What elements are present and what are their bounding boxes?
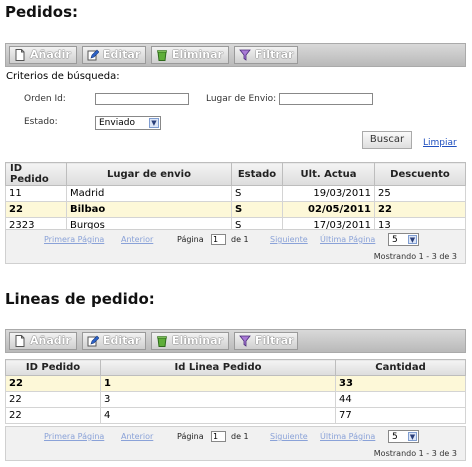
page-size-value: 5 <box>392 235 398 245</box>
last-page-link[interactable]: Última Página <box>320 235 375 244</box>
trash-icon <box>157 50 167 61</box>
cell: 44 <box>335 391 466 408</box>
cell: 22 <box>5 391 101 408</box>
status-select-value: Enviado <box>99 118 135 128</box>
add-button[interactable]: Añadir <box>9 46 77 64</box>
order-id-label: Orden Id: <box>24 94 66 104</box>
search-criteria-heading: Criterios de búsqueda: <box>6 71 120 82</box>
orders-table: ID Pedido Lugar de envio Estado Ult. Act… <box>5 162 466 234</box>
order-lines-pager: Primera Página Anterior Página 1 de 1 Si… <box>5 426 466 461</box>
document-icon <box>15 335 25 347</box>
cell: S <box>231 185 283 202</box>
cell: 33 <box>335 375 466 392</box>
delete-button[interactable]: Eliminar <box>151 332 229 350</box>
delete-label: Eliminar <box>172 48 223 61</box>
order-id-input[interactable] <box>95 93 189 105</box>
page-label: Página <box>177 432 204 441</box>
order-lines-table: ID Pedido Id Linea Pedido Cantidad 22 1 … <box>5 359 466 424</box>
cell: Madrid <box>66 185 232 202</box>
page-size-value: 5 <box>392 432 398 442</box>
clear-link[interactable]: Limpiar <box>423 138 457 148</box>
last-page-link[interactable]: Última Página <box>320 432 375 441</box>
cell: 22 <box>374 201 466 218</box>
shipping-place-label: Lugar de Envio: <box>206 94 277 104</box>
table-row-selected[interactable]: 22 1 33 <box>5 375 466 392</box>
page-count: de 1 <box>231 432 249 441</box>
edit-button[interactable]: Editar <box>82 332 146 350</box>
filter-button[interactable]: Filtrar <box>234 332 298 350</box>
status-select[interactable]: Enviado ▼ <box>95 116 161 130</box>
cell: 77 <box>335 407 466 424</box>
col-discount[interactable]: Descuento <box>374 162 466 186</box>
cell: 3 <box>100 391 336 408</box>
orders-toolbar: Añadir Editar Eliminar Filtrar <box>5 43 466 67</box>
order-lines-toolbar: Añadir Editar Eliminar Filtrar <box>5 329 466 353</box>
records-count: Mostrando 1 - 3 de 3 <box>373 252 457 261</box>
filter-button[interactable]: Filtrar <box>234 46 298 64</box>
add-label: Añadir <box>30 48 71 61</box>
col-order-id[interactable]: ID Pedido <box>5 162 67 186</box>
filter-label: Filtrar <box>255 48 294 61</box>
trash-icon <box>157 336 167 347</box>
status-label: Estado: <box>24 117 58 127</box>
previous-page-link[interactable]: Anterior <box>121 432 153 441</box>
cell: 25 <box>374 185 466 202</box>
col-order-id[interactable]: ID Pedido <box>5 359 101 376</box>
col-quantity[interactable]: Cantidad <box>335 359 466 376</box>
order-lines-title: Lineas de pedido: <box>5 290 155 308</box>
edit-button[interactable]: Editar <box>82 46 146 64</box>
cell: Bilbao <box>66 201 232 218</box>
cell: 22 <box>5 201 67 218</box>
document-icon <box>15 49 25 61</box>
cell: 11 <box>5 185 67 202</box>
table-row-selected[interactable]: 22 Bilbao S 02/05/2011 22 <box>5 201 466 218</box>
filter-label: Filtrar <box>255 334 294 347</box>
page-number-input[interactable]: 1 <box>211 234 226 245</box>
col-shipping-place[interactable]: Lugar de envio <box>66 162 232 186</box>
cell: S <box>231 201 283 218</box>
edit-label: Editar <box>103 334 141 347</box>
shipping-place-input[interactable] <box>279 93 373 105</box>
chevron-down-icon[interactable]: ▼ <box>149 118 159 128</box>
delete-button[interactable]: Eliminar <box>151 46 229 64</box>
col-status[interactable]: Estado <box>231 162 283 186</box>
cell: 1 <box>100 375 336 392</box>
page-size-select[interactable]: 5 ▼ <box>388 233 419 246</box>
page-size-select[interactable]: 5 ▼ <box>388 430 419 443</box>
page-label: Página <box>177 235 204 244</box>
next-page-link[interactable]: Siguiente <box>270 432 308 441</box>
cell: 22 <box>5 375 101 392</box>
cell: 19/03/2011 <box>282 185 375 202</box>
edit-label: Editar <box>103 48 141 61</box>
page-count: de 1 <box>231 235 249 244</box>
chevron-down-icon[interactable]: ▼ <box>408 432 417 441</box>
delete-label: Eliminar <box>172 334 223 347</box>
pencil-edit-icon <box>87 49 99 61</box>
search-button[interactable]: Buscar <box>362 131 412 149</box>
add-button[interactable]: Añadir <box>9 332 77 350</box>
table-row[interactable]: 22 4 77 <box>5 407 466 424</box>
next-page-link[interactable]: Siguiente <box>270 235 308 244</box>
page-number-input[interactable]: 1 <box>211 431 226 442</box>
first-page-link[interactable]: Primera Página <box>44 432 104 441</box>
pencil-edit-icon <box>87 335 99 347</box>
orders-pager: Primera Página Anterior Página 1 de 1 Si… <box>5 229 466 264</box>
col-line-id[interactable]: Id Linea Pedido <box>100 359 336 376</box>
cell: 02/05/2011 <box>282 201 375 218</box>
add-label: Añadir <box>30 334 71 347</box>
table-row[interactable]: 22 3 44 <box>5 391 466 408</box>
orders-title: Pedidos: <box>5 3 79 21</box>
funnel-icon <box>239 335 251 347</box>
records-count: Mostrando 1 - 3 de 3 <box>373 449 457 458</box>
table-row[interactable]: 11 Madrid S 19/03/2011 25 <box>5 185 466 202</box>
cell: 4 <box>100 407 336 424</box>
first-page-link[interactable]: Primera Página <box>44 235 104 244</box>
funnel-icon <box>239 49 251 61</box>
col-last-update[interactable]: Ult. Actua <box>282 162 375 186</box>
chevron-down-icon[interactable]: ▼ <box>408 235 417 244</box>
cell: 22 <box>5 407 101 424</box>
previous-page-link[interactable]: Anterior <box>121 235 153 244</box>
